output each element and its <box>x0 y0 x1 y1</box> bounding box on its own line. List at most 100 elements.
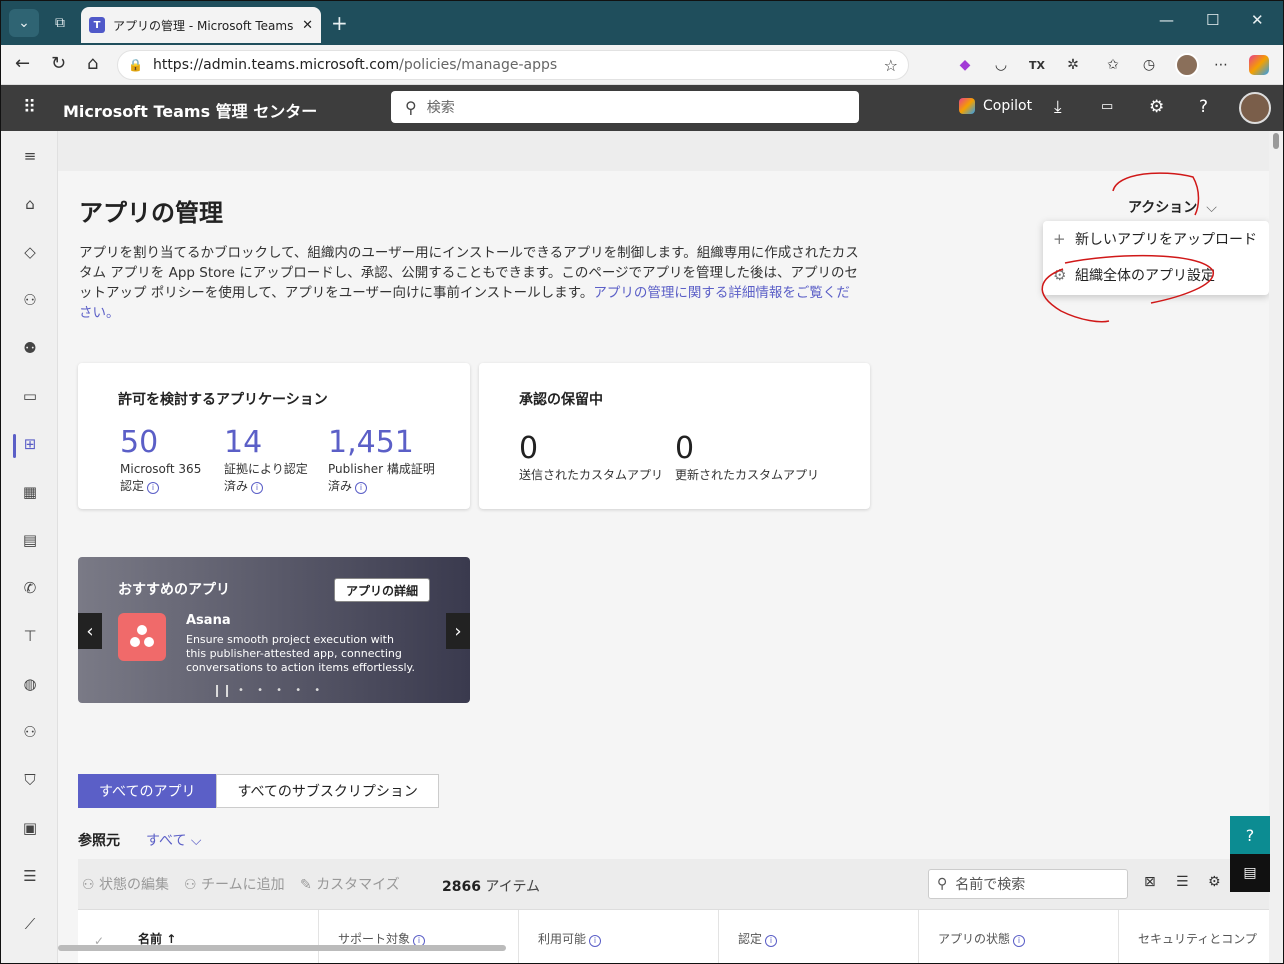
info-icon[interactable]: i <box>355 482 368 494</box>
browser-tab[interactable]: T アプリの管理 - Microsoft Teams 管理 ✕ <box>81 7 321 43</box>
actions-dropdown[interactable]: アクション ⌵ <box>1128 197 1217 217</box>
close-window-icon[interactable]: ✕ <box>1251 11 1264 29</box>
featured-title: おすすめのアプリ <box>118 582 230 598</box>
info-icon[interactable]: i <box>1013 935 1026 947</box>
tab-actions-menu-icon[interactable]: ⌄ <box>9 9 39 37</box>
nav-teams-icon[interactable]: ⚇ <box>19 289 41 311</box>
upload-app-menu-item[interactable]: + 新しいアプリをアップロード <box>1043 221 1269 257</box>
nav-diamond-icon[interactable]: ◇ <box>19 241 41 263</box>
stat-submitted-custom[interactable]: 0 送信されたカスタムアプリ <box>519 431 669 484</box>
nav-users-icon[interactable]: ⚉ <box>19 337 41 359</box>
nav-voice-icon[interactable]: ✆ <box>19 577 41 599</box>
add-to-team-button[interactable]: ⚇ チームに追加 <box>184 874 285 894</box>
extension-icon[interactable]: ◆ <box>955 55 975 75</box>
hamburger-menu-icon[interactable]: ≡ <box>19 145 41 167</box>
terminal-icon[interactable]: ▭ <box>1101 99 1113 114</box>
col-certification[interactable]: 認定 i <box>738 930 778 947</box>
history-icon[interactable]: ◷ <box>1139 55 1159 75</box>
help-agent-icon[interactable]: ? <box>1230 816 1270 854</box>
copilot-icon <box>959 98 975 114</box>
info-icon[interactable]: i <box>147 482 160 494</box>
column-settings-icon[interactable]: ⚙ <box>1208 874 1221 890</box>
user-avatar[interactable] <box>1239 92 1271 124</box>
nav-meetings-icon[interactable]: ▦ <box>19 481 41 503</box>
featured-app-description: Ensure smooth project execution with thi… <box>186 633 415 674</box>
maximize-icon[interactable]: ☐ <box>1206 11 1219 29</box>
help-icon[interactable]: ? <box>1199 97 1208 117</box>
name-search-input[interactable]: ⚲ 名前で検索 <box>928 869 1128 899</box>
col-security-compliance[interactable]: セキュリティとコンプ <box>1138 930 1257 947</box>
col-label: サポート対象 <box>338 932 411 946</box>
app-launcher-icon[interactable]: ⠿ <box>23 97 36 118</box>
edit-status-button[interactable]: ⚇ 状態の編集 <box>82 874 169 894</box>
carousel-prev-icon[interactable]: ‹ <box>78 613 102 649</box>
nav-messaging-icon[interactable]: ▤ <box>19 529 41 551</box>
more-menu-icon[interactable]: ⋯ <box>1211 55 1231 75</box>
feedback-icon[interactable]: ▤ <box>1230 854 1270 892</box>
nav-security-icon[interactable]: ⛉ <box>19 769 41 791</box>
source-filter-value: すべて <box>146 833 187 849</box>
info-icon[interactable]: i <box>765 935 778 947</box>
pending-card-title: 承認の保留中 <box>519 392 603 408</box>
pocket-icon[interactable]: ◡ <box>991 55 1011 75</box>
home-icon[interactable]: ⌂ <box>87 53 98 74</box>
settings-gear-icon[interactable]: ⚙ <box>1149 97 1164 117</box>
download-icon[interactable]: ⤓ <box>1054 97 1062 117</box>
nav-home-icon[interactable]: ⌂ <box>19 193 41 215</box>
col-label: セキュリティとコンプ <box>1138 932 1257 946</box>
nav-planning-icon[interactable]: ▣ <box>19 817 41 839</box>
nav-analytics-icon[interactable]: ⟋ <box>19 913 41 935</box>
info-icon[interactable]: i <box>251 482 264 494</box>
back-icon[interactable]: ← <box>15 53 30 74</box>
minimize-icon[interactable]: — <box>1159 11 1174 29</box>
stat-m365-certified[interactable]: 50 Microsoft 365 認定 i <box>120 425 215 495</box>
copilot-button[interactable]: Copilot <box>959 98 1032 114</box>
refresh-icon[interactable]: ↻ <box>51 53 66 74</box>
nav-teams-logo-icon[interactable]: ⊤ <box>19 625 41 647</box>
tab-close-icon[interactable]: ✕ <box>302 18 313 33</box>
teams-header: ⠿ Microsoft Teams 管理 センター ⚲ 検索 Copilot ⤓… <box>1 85 1283 131</box>
tab-all-subscriptions[interactable]: すべてのサブスクリプション <box>216 774 439 808</box>
stat-updated-custom[interactable]: 0 更新されたカスタムアプリ <box>675 431 825 484</box>
stat-evidence-certified[interactable]: 14 証拠により認定済み i <box>224 425 319 495</box>
url-field[interactable]: 🔒 https://admin.teams.microsoft.com/poli… <box>117 50 909 80</box>
workspaces-icon[interactable]: ⧉ <box>45 9 75 37</box>
url-path: /policies/manage-apps <box>399 57 558 73</box>
pending-approval-card: 承認の保留中 0 送信されたカスタムアプリ 0 更新されたカスタムアプリ <box>479 363 870 509</box>
nav-enhanced-icon[interactable]: ⚇ <box>19 721 41 743</box>
carousel-dots[interactable]: • • • • • <box>238 685 325 696</box>
global-search-input[interactable]: ⚲ 検索 <box>391 91 859 123</box>
customize-button[interactable]: ✎ カスタマイズ <box>300 874 400 894</box>
export-excel-icon[interactable]: ⊠ <box>1144 874 1156 890</box>
col-app-status[interactable]: アプリの状態 i <box>938 930 1026 947</box>
page-description: アプリを割り当てるかブロックして、組織内のユーザー用にインストールできるアプリを… <box>79 243 859 323</box>
nav-list-icon[interactable]: ☰ <box>19 865 41 887</box>
horizontal-scrollbar[interactable] <box>58 945 506 951</box>
app-details-button[interactable]: アプリの詳細 <box>334 578 430 602</box>
carousel-next-icon[interactable]: › <box>446 613 470 649</box>
copilot-browser-icon[interactable] <box>1249 55 1269 75</box>
vertical-scrollbar[interactable] <box>1269 131 1283 963</box>
browser-window: ⌄ ⧉ T アプリの管理 - Microsoft Teams 管理 ✕ + — … <box>0 0 1284 964</box>
browser-profile-avatar[interactable] <box>1175 53 1199 77</box>
favorite-star-icon[interactable]: ☆ <box>884 56 898 75</box>
org-wide-settings-menu-item[interactable]: ⚙ 組織全体のアプリ設定 <box>1043 257 1269 293</box>
translate-extension-icon[interactable]: TX <box>1027 55 1047 75</box>
stat-publisher-attested[interactable]: 1,451 Publisher 構成証明済み i <box>328 425 438 495</box>
tab-all-apps[interactable]: すべてのアプリ <box>78 774 217 808</box>
source-filter-dropdown[interactable]: すべて ⌵ <box>146 830 202 850</box>
nav-locations-icon[interactable]: ◍ <box>19 673 41 695</box>
nav-devices-icon[interactable]: ▭ <box>19 385 41 407</box>
col-label: 利用可能 <box>538 932 587 946</box>
pause-icon[interactable]: ❙❙ <box>212 683 232 697</box>
col-availability[interactable]: 利用可能 i <box>538 930 602 947</box>
nav-apps-icon[interactable]: ⊞ <box>19 433 41 455</box>
sort-ascending-icon: ↑ <box>166 932 177 946</box>
extensions-puzzle-icon[interactable]: ✲ <box>1063 55 1083 75</box>
favorites-icon[interactable]: ✩ <box>1103 55 1123 75</box>
stat-label: Microsoft 365 認定 <box>120 462 202 493</box>
info-icon[interactable]: i <box>589 935 602 947</box>
new-tab-icon[interactable]: + <box>331 11 348 35</box>
filter-icon[interactable]: ☰ <box>1176 874 1189 890</box>
pencil-icon: ✎ <box>300 877 317 893</box>
